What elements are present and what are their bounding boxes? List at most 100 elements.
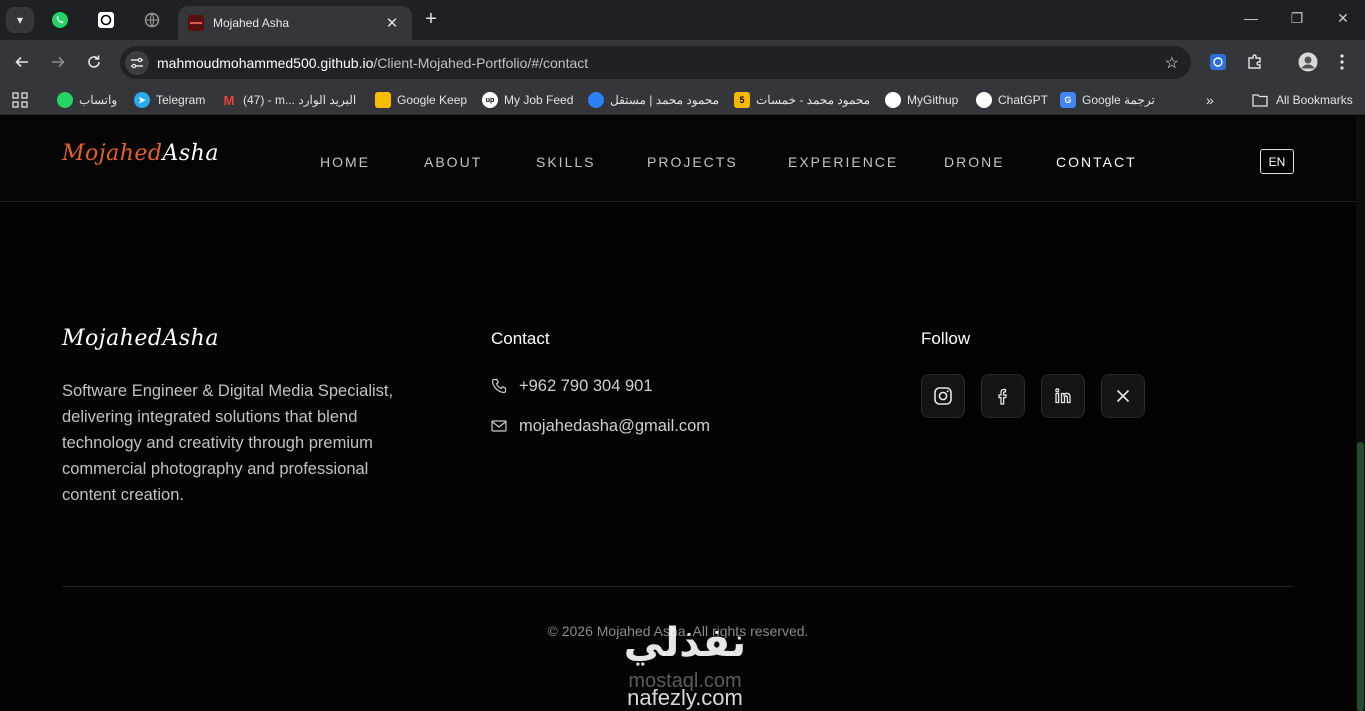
bookmark-label: ChatGPT xyxy=(998,93,1049,107)
site-info-button[interactable] xyxy=(125,50,149,75)
chevron-down-icon: ▾ xyxy=(16,13,24,27)
nav-experience[interactable]: EXPERIENCE xyxy=(788,154,898,170)
pinned-tab-chatgpt[interactable] xyxy=(94,8,118,32)
whatsapp-icon xyxy=(57,92,73,108)
extension-translate[interactable] xyxy=(1208,52,1228,72)
footer-logo[interactable]: MojahedAsha xyxy=(62,326,219,351)
new-tab-button[interactable]: + xyxy=(420,8,442,30)
linkedin-button[interactable] xyxy=(1041,374,1085,418)
pinned-tab-globe[interactable] xyxy=(140,8,164,32)
watermark-nafezly: nafezly.com xyxy=(627,685,743,710)
bookmark-star-icon[interactable]: ☆ xyxy=(1165,53,1179,73)
mostaql-icon xyxy=(588,92,604,108)
back-button[interactable] xyxy=(10,50,34,74)
reload-button[interactable] xyxy=(82,50,106,74)
bookmark-job-feed[interactable]: up My Job Feed xyxy=(482,92,573,108)
bookmark-label: My Job Feed xyxy=(504,93,574,107)
facebook-icon xyxy=(998,388,1007,405)
close-icon[interactable]: ✕ xyxy=(382,14,402,32)
logo-first-name: Mojahed xyxy=(62,326,163,351)
site-favicon xyxy=(188,15,204,31)
url-path: /Client-Mojahed-Portfolio/#/contact xyxy=(373,54,589,71)
apps-button[interactable] xyxy=(12,92,28,108)
nav-skills[interactable]: SKILLS xyxy=(536,154,595,170)
email-link[interactable]: mojahedasha@gmail.com xyxy=(491,415,710,437)
bookmark-chatgpt[interactable]: ChatGPT xyxy=(976,92,1048,108)
bookmark-gmail[interactable]: M (47) - m... البريد الوارد xyxy=(221,92,357,108)
profile-avatar[interactable] xyxy=(1298,52,1318,72)
bookmark-label: Telegram xyxy=(156,93,206,107)
bookmark-khamsat[interactable]: 5 محمود محمد - خمسات xyxy=(734,92,870,108)
logo-first-name: Mojahed xyxy=(62,141,163,166)
window-close-button[interactable]: ✕ xyxy=(1333,10,1353,27)
all-bookmarks-label: All Bookmarks xyxy=(1276,93,1353,107)
arrow-right-icon xyxy=(52,56,65,68)
pinned-tab-whatsapp[interactable] xyxy=(48,8,72,32)
avatar-icon xyxy=(1298,52,1318,72)
logo-last-name: Asha xyxy=(162,326,219,351)
all-bookmarks-button[interactable]: All Bookmarks xyxy=(1252,92,1353,108)
nav-projects[interactable]: PROJECTS xyxy=(647,154,738,170)
bookmarks-overflow-button[interactable]: » xyxy=(1206,92,1214,108)
whatsapp-icon xyxy=(52,12,68,28)
extensions-button[interactable] xyxy=(1245,52,1265,72)
arrow-left-icon xyxy=(15,56,28,68)
khamsat-icon: 5 xyxy=(734,92,750,108)
scrollbar-thumb[interactable] xyxy=(1357,442,1364,711)
tab-title: Mojahed Asha xyxy=(213,16,290,30)
folder-icon xyxy=(1252,94,1268,107)
keep-icon xyxy=(375,92,391,108)
contact-heading: Contact xyxy=(491,329,550,348)
nav-about[interactable]: ABOUT xyxy=(424,154,482,170)
forward-button[interactable] xyxy=(46,50,70,74)
translate-icon: G xyxy=(1060,92,1076,108)
apps-grid-icon xyxy=(12,92,28,108)
bookmarks-bar: واتساب ➤ Telegram M (47) - m... البريد ا… xyxy=(0,85,1365,115)
instagram-button[interactable] xyxy=(921,374,965,418)
bookmark-telegram[interactable]: ➤ Telegram xyxy=(134,92,205,108)
x-twitter-button[interactable] xyxy=(1101,374,1145,418)
nav-home[interactable]: HOME xyxy=(320,154,370,170)
phone-link[interactable]: +962 790 304 901 xyxy=(491,375,653,397)
bookmark-label: محمود محمد | مستقل xyxy=(610,93,720,107)
translate-extension-icon xyxy=(1210,54,1226,70)
site-header: MojahedAsha HOME ABOUT SKILLS PROJECTS E… xyxy=(0,116,1356,202)
facebook-button[interactable] xyxy=(981,374,1025,418)
bookmark-google-translate[interactable]: G Google ترجمة xyxy=(1060,92,1155,108)
restore-button[interactable]: ❐ xyxy=(1287,10,1307,27)
x-icon xyxy=(1116,389,1130,403)
header-logo[interactable]: MojahedAsha xyxy=(62,141,219,166)
tune-icon xyxy=(131,57,143,68)
instagram-icon xyxy=(934,387,952,405)
linkedin-icon xyxy=(1055,388,1071,404)
bookmark-mostaql[interactable]: محمود محمد | مستقل xyxy=(588,92,719,108)
upwork-icon: up xyxy=(482,92,498,108)
address-bar[interactable]: mahmoudmohammed500.github.io/Client-Moja… xyxy=(120,46,1191,79)
nav-drone[interactable]: DRONE xyxy=(944,154,1005,170)
minimize-button[interactable]: — xyxy=(1241,10,1261,26)
tab-search-button[interactable]: ▾ xyxy=(6,7,34,33)
bookmark-label: (47) - m... البريد الوارد xyxy=(243,93,357,107)
watermark: نفذلي mostaql.com nafezly.com xyxy=(600,620,770,711)
bookmark-google-keep[interactable]: Google Keep xyxy=(375,92,467,108)
page-scrollbar[interactable] xyxy=(1356,116,1365,711)
logo-last-name: Asha xyxy=(162,141,219,166)
url-text: mahmoudmohammed500.github.io/Client-Moja… xyxy=(157,55,588,71)
bookmark-whatsapp[interactable]: واتساب xyxy=(57,92,117,108)
bookmark-label: محمود محمد - خمسات xyxy=(756,93,871,107)
nav-contact[interactable]: CONTACT xyxy=(1056,154,1137,170)
phone-icon xyxy=(491,378,507,394)
chatgpt-icon xyxy=(976,92,992,108)
tab-mojahed-asha[interactable]: Mojahed Asha ✕ xyxy=(178,6,412,40)
mail-icon xyxy=(491,420,507,432)
reload-icon xyxy=(88,55,100,68)
menu-button[interactable] xyxy=(1332,52,1352,72)
bookmark-label: MyGithup xyxy=(907,93,959,107)
bookmark-label: Google Keep xyxy=(397,93,468,107)
follow-heading: Follow xyxy=(921,329,971,348)
language-toggle[interactable]: EN xyxy=(1260,149,1294,174)
bookmark-label: Google ترجمة xyxy=(1082,93,1155,107)
chatgpt-icon xyxy=(98,12,114,28)
bookmark-github[interactable]: MyGithup xyxy=(885,92,958,108)
bookmark-label: واتساب xyxy=(79,93,118,107)
